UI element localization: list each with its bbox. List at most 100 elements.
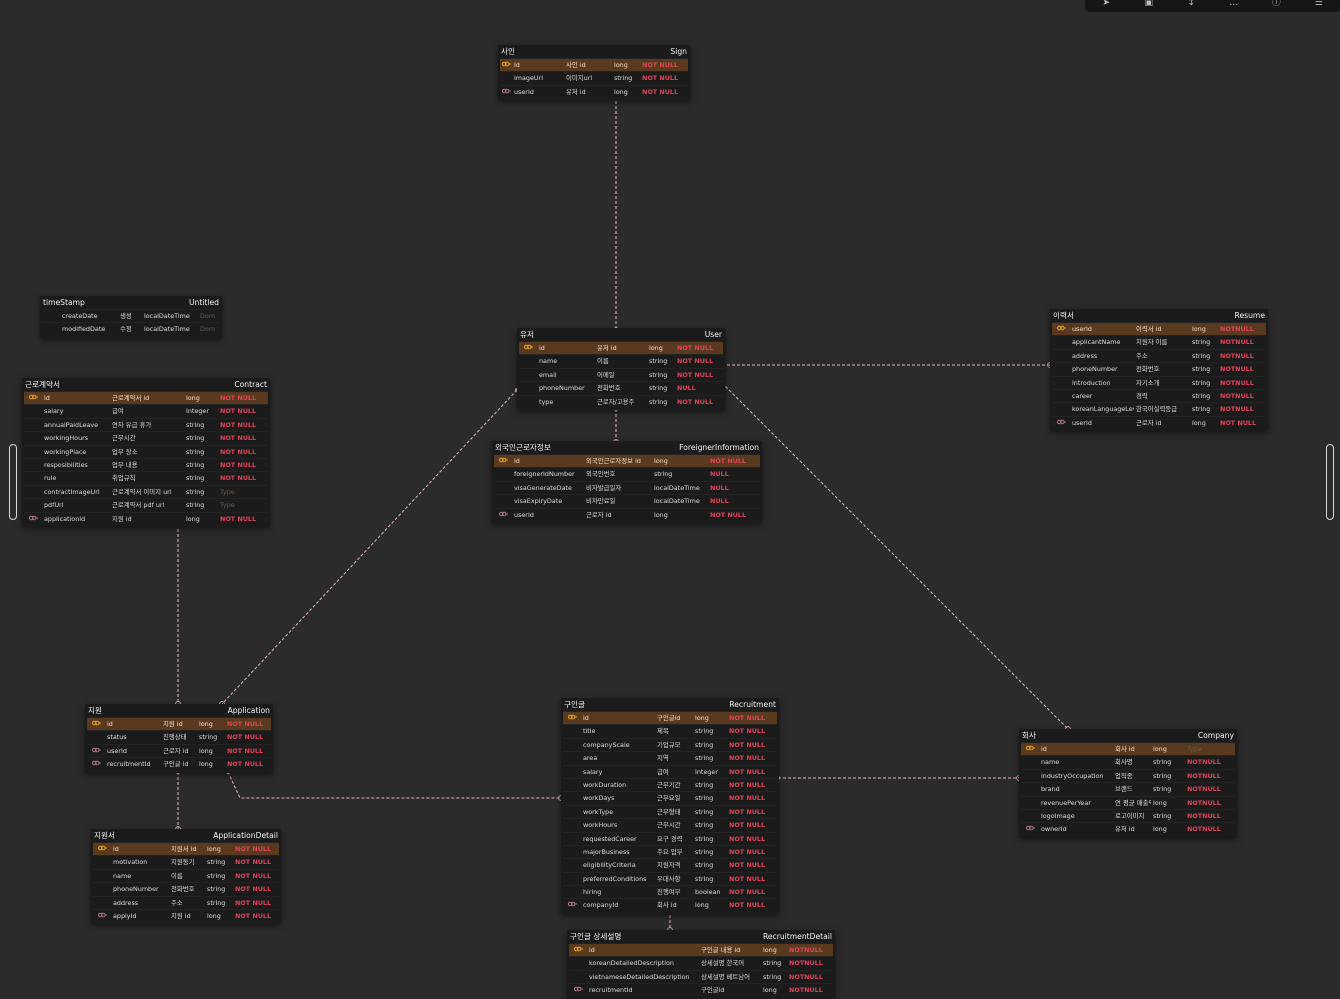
column-row[interactable]: userId 유저 id long NOT NULL bbox=[500, 84, 688, 98]
column-row[interactable]: annualPaidLeave 연차 유급 휴가 string NOT NULL bbox=[24, 417, 268, 431]
column-row[interactable]: companyId 회사 id long NOT NULL bbox=[563, 898, 777, 911]
column-row[interactable]: koreanDetailedDescription 상세설명 한국어 string N… bbox=[569, 956, 833, 969]
arrow-icon[interactable]: ↕ bbox=[1184, 0, 1198, 8]
column-row[interactable]: id 회사 id long Type bbox=[1021, 742, 1235, 756]
relation-application-recruitment[interactable] bbox=[227, 771, 561, 799]
column-row[interactable]: introduction 자기소개 string NOTNULL bbox=[1052, 375, 1266, 389]
column-row[interactable]: brand 브랜드 string NOTNULL bbox=[1021, 782, 1235, 795]
column-row[interactable]: workHours 근무시간 string NOT NULL bbox=[563, 818, 777, 831]
menu-icon[interactable]: ☰ bbox=[1312, 0, 1326, 8]
column-row[interactable]: revenuePerYear 연 평균 매출액 long NOTNULL bbox=[1021, 795, 1235, 809]
column-row[interactable]: koreanLanguageLevel한국어실력등급 string NOTNULL bbox=[1052, 402, 1266, 415]
column-row[interactable]: requestedCareer 요구 경력 string NOT NULL bbox=[563, 831, 777, 845]
column-row[interactable]: recruitmentId 구인글id long NOTNULL bbox=[569, 983, 833, 996]
table-application[interactable]: 지원 Application id 지원 id long NOT NULL status 진행… bbox=[85, 704, 273, 773]
table-header[interactable]: 외국인근로자정보 ForeignerInformation bbox=[492, 441, 762, 454]
table-recruitment[interactable]: 구인글 Recruitment id 구인글id long NOT NULL title 제목… bbox=[561, 698, 779, 914]
column-row[interactable]: id 구인글id long NOT NULL bbox=[563, 711, 777, 725]
column-row[interactable]: workType 근무형태 string NOT NULL bbox=[563, 804, 777, 818]
column-row[interactable]: workingHours 근무시간 string NOT NULL bbox=[24, 431, 268, 444]
column-row[interactable]: ownerId 유저 id long NOTNULL bbox=[1021, 822, 1235, 835]
column-row[interactable]: visaGenerateDate 비자발급일자 localDateTime NULL bbox=[494, 480, 760, 494]
column-row[interactable]: industryOccupation 업직종 string NOTNULL bbox=[1021, 768, 1235, 782]
column-row[interactable]: salary 급여 Integer NOT NULL bbox=[24, 404, 268, 417]
column-row[interactable]: rule 취업규칙 string NOT NULL bbox=[24, 471, 268, 484]
column-row[interactable]: resposibilities 업무 내용 string NOT NULL bbox=[24, 457, 268, 471]
column-row[interactable]: visaExpiryDate 비자만료일 localDateTime NULL bbox=[494, 494, 760, 507]
column-row[interactable]: address 주소 string NOTNULL bbox=[1052, 348, 1266, 362]
column-row[interactable]: userId 이력서 id long NOTNULL bbox=[1052, 322, 1266, 336]
column-row[interactable]: applyId 지원 id long NOT NULL bbox=[93, 908, 279, 922]
column-row[interactable]: phoneNumber 전화번호 string NOT NULL bbox=[93, 882, 279, 895]
column-row[interactable]: name 회사명 string NOTNULL bbox=[1021, 755, 1235, 768]
table-sign[interactable]: 사인 Sign id 사인 id long NOT NULL imageUrl 이미지url s… bbox=[498, 45, 690, 101]
column-row[interactable]: eligibilityCriteria 지원자격 string NOT NULL bbox=[563, 858, 777, 871]
column-row[interactable]: modifiedDate 수정 localDateTime Dom bbox=[42, 322, 220, 335]
column-row[interactable]: recruitmentId 구인글 id long NOT NULL bbox=[87, 757, 271, 770]
column-row[interactable]: phoneNumber 전화번호 string NULL bbox=[519, 381, 723, 394]
column-row[interactable]: createDate 생성 localDateTime Dom bbox=[42, 309, 220, 322]
column-row[interactable]: area 지역 string NOT NULL bbox=[563, 751, 777, 764]
column-row[interactable]: id 외국인근로자정보 id long NOT NULL bbox=[494, 454, 760, 468]
table-recdetail[interactable]: 구인글 상세설명 RecruitmentDetail id 구인글 내용 id long… bbox=[567, 930, 835, 999]
table-foreigner[interactable]: 외국인근로자정보 ForeignerInformation id 외국인근로자정보 i… bbox=[492, 441, 762, 523]
column-row[interactable]: contractImageUrl 근로계약서 이미지 url string Type bbox=[24, 484, 268, 498]
right-scroll-handle[interactable] bbox=[1326, 444, 1334, 520]
more-icon[interactable]: … bbox=[1227, 0, 1241, 8]
column-row[interactable]: userId 근로자 id long NOT NULL bbox=[494, 507, 760, 521]
column-row[interactable]: id 유저 id long NOT NULL bbox=[519, 341, 723, 355]
column-row[interactable]: userId 근로자 id long NOT NULL bbox=[1052, 415, 1266, 429]
column-row[interactable]: type 근로자/고용주 string NOT NULL bbox=[519, 394, 723, 408]
column-row[interactable]: email 이메일 string NOT NULL bbox=[519, 367, 723, 381]
column-row[interactable]: career 경력 string NOTNULL bbox=[1052, 388, 1266, 402]
column-row[interactable]: title 제목 string NOT NULL bbox=[563, 724, 777, 737]
column-row[interactable]: name 이름 string NOT NULL bbox=[93, 868, 279, 882]
table-header[interactable]: 사인 Sign bbox=[498, 45, 690, 58]
table-header[interactable]: timeStamp Untitled bbox=[40, 296, 222, 309]
column-row[interactable]: workingPlace 업무 장소 string NOT NULL bbox=[24, 444, 268, 458]
table-header[interactable]: 지원 Application bbox=[85, 704, 273, 717]
column-row[interactable]: applicationId 지원 id long NOT NULL bbox=[24, 511, 268, 525]
left-scroll-handle[interactable] bbox=[9, 444, 17, 520]
table-resume[interactable]: 이력서 Resume userId 이력서 id long NOTNULL applican… bbox=[1050, 309, 1268, 432]
column-row[interactable]: vietnameseDetailedDescription 상세설명 베트남어 st… bbox=[569, 969, 833, 983]
column-row[interactable]: logoImage 로고이미지 string NOTNULL bbox=[1021, 808, 1235, 822]
column-row[interactable]: userId 근로자 id long NOT NULL bbox=[87, 743, 271, 757]
table-user[interactable]: 유저 User id 유저 id long NOT NULL name 이름 string NOT… bbox=[517, 328, 725, 410]
table-header[interactable]: 근로계약서 Contract bbox=[22, 378, 270, 391]
table-timestamp[interactable]: timeStamp Untitled createDate 생성 localDateTi… bbox=[40, 296, 222, 338]
table-header[interactable]: 구인글 상세설명 RecruitmentDetail bbox=[567, 930, 835, 943]
column-row[interactable]: majorBusiness 주요 업무 string NOT NULL bbox=[563, 844, 777, 858]
erd-canvas[interactable]: 사인 Sign id 사인 id long NOT NULL imageUrl 이미지url s… bbox=[0, 0, 1340, 999]
table-header[interactable]: 유저 User bbox=[517, 328, 725, 341]
table-company[interactable]: 회사 Company id 회사 id long Type name 회사명 string NOT… bbox=[1019, 729, 1237, 838]
table-header[interactable]: 지원서 ApplicationDetail bbox=[91, 829, 281, 842]
column-row[interactable]: imageUrl 이미지url string NOT NULL bbox=[500, 71, 688, 84]
column-row[interactable]: foreignerIdNumber 외국인번호 string NULL bbox=[494, 467, 760, 480]
table-appdetail[interactable]: 지원서 ApplicationDetail id 지원서 id long NOT NULL… bbox=[91, 829, 281, 925]
column-row[interactable]: id 구인글 내용 id long NOTNULL bbox=[569, 943, 833, 957]
help-icon[interactable]: ⓘ bbox=[1269, 0, 1283, 8]
column-row[interactable]: id 사인 id long NOT NULL bbox=[500, 58, 688, 72]
relation-user-company[interactable] bbox=[721, 382, 1069, 730]
column-row[interactable]: address 주소 string NOT NULL bbox=[93, 895, 279, 909]
table-header[interactable]: 구인글 Recruitment bbox=[561, 698, 779, 711]
column-row[interactable]: status 진행상태 string NOT NULL bbox=[87, 730, 271, 743]
column-row[interactable]: pdfUrl 근로계약서 pdf url string Type bbox=[24, 498, 268, 511]
table-header[interactable]: 이력서 Resume bbox=[1050, 309, 1268, 322]
column-row[interactable]: workDays 근무요일 string NOT NULL bbox=[563, 791, 777, 804]
column-row[interactable]: motivation 지원동기 string NOT NULL bbox=[93, 855, 279, 868]
column-row[interactable]: id 근로계약서 id long NOT NULL bbox=[24, 391, 268, 405]
column-row[interactable]: applicantName 지원자 이름 string NOTNULL bbox=[1052, 335, 1266, 348]
column-row[interactable]: workDuration 근무기간 string NOT NULL bbox=[563, 777, 777, 791]
column-row[interactable]: hiring 진행여부 boolean NOT NULL bbox=[563, 885, 777, 898]
column-row[interactable]: id 지원서 id long NOT NULL bbox=[93, 842, 279, 856]
column-row[interactable]: phoneNumber 전화번호 string NOTNULL bbox=[1052, 362, 1266, 375]
table-add-icon[interactable]: ▣ bbox=[1142, 0, 1156, 8]
column-row[interactable]: companyScale 기업규모 string NOT NULL bbox=[563, 737, 777, 751]
table-header[interactable]: 회사 Company bbox=[1019, 729, 1237, 742]
column-row[interactable]: name 이름 string NOT NULL bbox=[519, 354, 723, 367]
column-row[interactable]: preferredConditions 우대사항 string NOT NULL bbox=[563, 871, 777, 885]
cursor-icon[interactable]: ➤ bbox=[1099, 0, 1113, 8]
column-row[interactable]: id 지원 id long NOT NULL bbox=[87, 717, 271, 731]
